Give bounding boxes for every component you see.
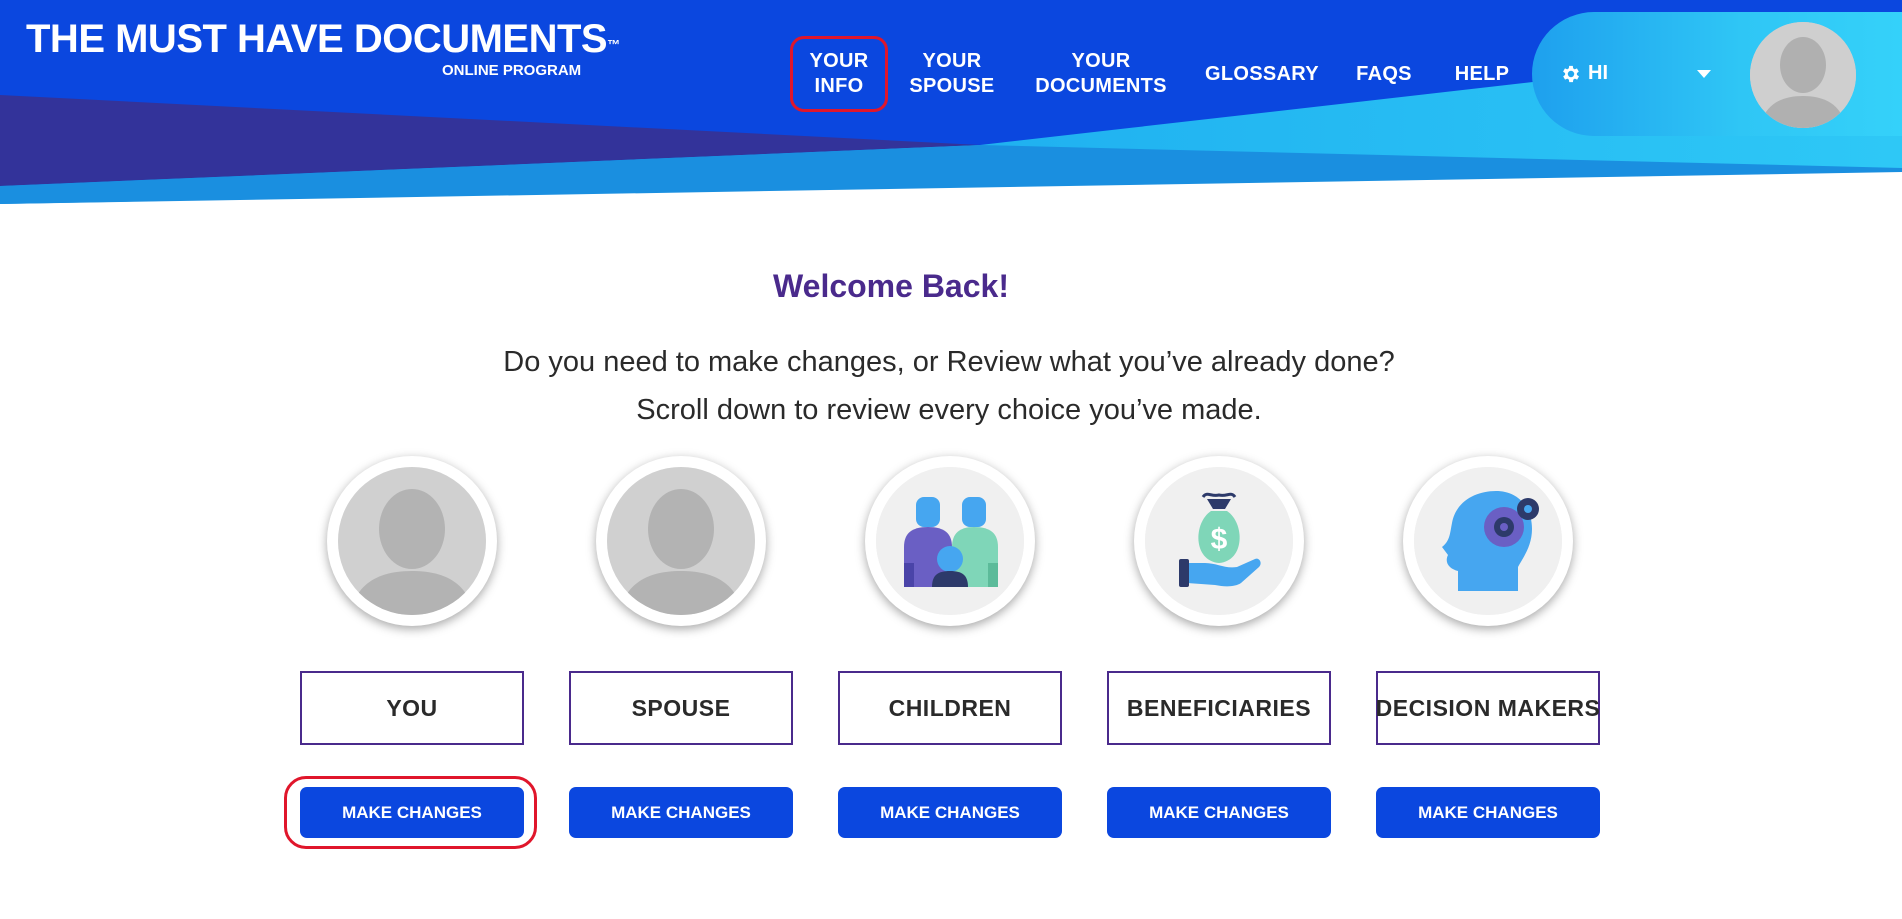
section-label-you: YOU: [300, 671, 524, 745]
intro-line-1: Do you need to make changes, or Review w…: [503, 346, 1395, 378]
make-changes-decision-makers-button[interactable]: MAKE CHANGES: [1376, 787, 1600, 838]
section-label-beneficiaries: BENEFICIARIES: [1107, 671, 1331, 745]
money-bag-hand-icon: $: [1145, 467, 1293, 615]
person-placeholder-icon: [1750, 22, 1856, 128]
logo[interactable]: THE MUST HAVE DOCUMENTS™ ONLINE PROGRAM: [26, 14, 620, 79]
intro-line-2: Scroll down to review every choice you’v…: [636, 394, 1262, 426]
intro-text: Do you need to make changes, or Review w…: [0, 338, 1898, 434]
page: THE MUST HAVE DOCUMENTS™ ONLINE PROGRAM …: [0, 0, 1902, 919]
nav-faqs[interactable]: FAQS: [1350, 36, 1418, 112]
nav-glossary[interactable]: GLOSSARY: [1200, 36, 1324, 112]
section-label-children: CHILDREN: [838, 671, 1062, 745]
children-card-image: [865, 456, 1035, 626]
decision-makers-card-image: [1403, 456, 1573, 626]
head-gears-icon: [1414, 467, 1562, 615]
svg-text:$: $: [1211, 523, 1228, 556]
gear-icon[interactable]: [1560, 63, 1582, 85]
person-placeholder-icon: [607, 467, 755, 615]
welcome-heading: Welcome Back!: [773, 268, 1009, 304]
nav-your-info[interactable]: YOUR INFO: [790, 36, 888, 112]
nav-your-spouse[interactable]: YOUR SPOUSE: [898, 36, 1006, 112]
spouse-card-image: [596, 456, 766, 626]
avatar[interactable]: [1750, 22, 1856, 128]
nav-help[interactable]: HELP: [1446, 36, 1518, 112]
logo-subtitle: ONLINE PROGRAM: [442, 62, 582, 79]
logo-trademark: ™: [607, 37, 620, 52]
make-changes-beneficiaries-button[interactable]: MAKE CHANGES: [1107, 787, 1331, 838]
section-label-spouse: SPOUSE: [569, 671, 793, 745]
person-placeholder-icon: [338, 467, 486, 615]
you-card-image: [327, 456, 497, 626]
section-label-decision-makers: DECISION MAKERS: [1376, 671, 1600, 745]
chevron-down-icon[interactable]: [1697, 70, 1711, 78]
beneficiaries-card-image: $: [1134, 456, 1304, 626]
family-icon: [876, 467, 1024, 615]
nav-your-documents[interactable]: YOUR DOCUMENTS: [1024, 36, 1178, 112]
logo-title: THE MUST HAVE DOCUMENTS: [26, 17, 608, 61]
user-greeting[interactable]: HI: [1588, 62, 1608, 85]
make-changes-spouse-button[interactable]: MAKE CHANGES: [569, 787, 793, 838]
make-changes-you-button[interactable]: MAKE CHANGES: [300, 787, 524, 838]
make-changes-children-button[interactable]: MAKE CHANGES: [838, 787, 1062, 838]
